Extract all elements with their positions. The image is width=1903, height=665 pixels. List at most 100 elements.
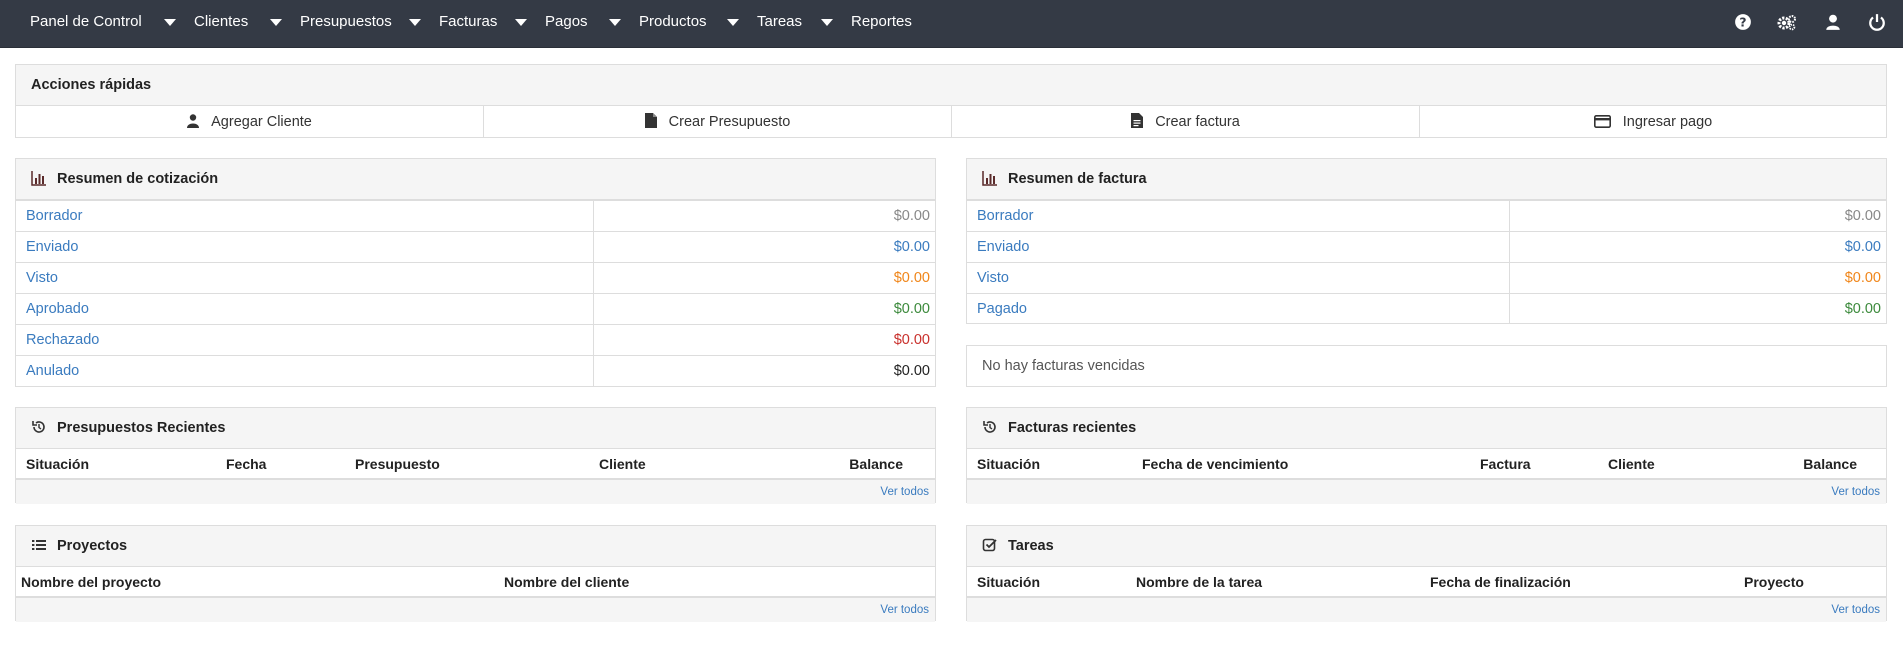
projects-title: Proyectos — [57, 538, 128, 554]
caret-down-icon — [515, 18, 527, 26]
tasks-panel: Tareas Situación Nombre de la tarea Fech… — [966, 525, 1887, 622]
amount-value: $0.00 — [1844, 270, 1881, 286]
quick-actions-panel: Acciones rápidas Agregar Cliente Crear P… — [15, 64, 1887, 138]
create-quote-button[interactable]: Crear Presupuesto — [484, 106, 952, 138]
status-link[interactable]: Aprobado — [26, 294, 89, 324]
col-situacion[interactable]: Situación — [977, 449, 1040, 479]
col-situacion[interactable]: Situación — [977, 567, 1040, 597]
nav-label: Reportes — [851, 13, 912, 30]
nav-productos[interactable]: Productos — [609, 0, 707, 44]
column-divider — [593, 232, 594, 262]
add-client-button[interactable]: Agregar Cliente — [16, 106, 484, 138]
recent-quotes-heading: Presupuestos Recientes — [16, 408, 935, 449]
tasks-title: Tareas — [1008, 538, 1054, 554]
nav-tareas[interactable]: Tareas — [727, 0, 802, 44]
column-divider — [593, 294, 594, 324]
see-all-link[interactable]: Ver todos — [880, 604, 929, 616]
status-link[interactable]: Pagado — [977, 294, 1027, 324]
history-icon — [32, 421, 45, 433]
status-link[interactable]: Rechazado — [26, 325, 99, 355]
recent-quotes-title: Presupuestos Recientes — [57, 420, 226, 436]
status-link[interactable]: Enviado — [26, 232, 78, 262]
summary-row: Enviado $0.00 — [16, 231, 935, 262]
summary-row: Rechazado $0.00 — [16, 324, 935, 355]
col-project-name[interactable]: Nombre del proyecto — [21, 567, 161, 597]
caret-down-icon — [727, 18, 739, 26]
quick-actions-row: Agregar Cliente Crear Presupuesto Crear … — [16, 106, 1886, 138]
col-fecha-vencimiento[interactable]: Fecha de vencimiento — [1142, 449, 1288, 479]
file-text-icon — [1131, 113, 1144, 128]
summary-row: Anulado $0.00 — [16, 355, 935, 386]
col-finish-date[interactable]: Fecha de finalización — [1430, 567, 1571, 597]
projects-footer: Ver todos — [16, 598, 935, 622]
col-project[interactable]: Proyecto — [1744, 567, 1804, 597]
nav-clientes[interactable]: Clientes — [164, 0, 248, 44]
file-icon — [644, 113, 657, 128]
status-link[interactable]: Anulado — [26, 356, 79, 386]
col-task-name[interactable]: Nombre de la tarea — [1136, 567, 1262, 597]
top-navbar: Panel de Control Clientes Presupuestos F… — [0, 0, 1903, 48]
recent-invoices-heading: Facturas recientes — [967, 408, 1886, 449]
recent-invoices-footer: Ver todos — [967, 480, 1886, 504]
col-fecha[interactable]: Fecha — [226, 449, 266, 479]
recent-quotes-header-row: Situación Fecha Presupuesto Cliente Bala… — [16, 449, 935, 480]
tasks-header-row: Situación Nombre de la tarea Fecha de fi… — [967, 567, 1886, 598]
nav-label: Pagos — [545, 13, 588, 30]
power-icon[interactable] — [1868, 13, 1886, 31]
see-all-link[interactable]: Ver todos — [880, 486, 929, 498]
col-situacion[interactable]: Situación — [26, 449, 89, 479]
summary-row: Borrador $0.00 — [16, 200, 935, 231]
column-divider — [593, 263, 594, 293]
help-icon[interactable]: ? — [1734, 13, 1752, 31]
nav-facturas[interactable]: Facturas — [409, 0, 497, 44]
nav-pagos[interactable]: Pagos — [515, 0, 588, 44]
create-quote-label: Crear Presupuesto — [668, 114, 791, 130]
col-cliente[interactable]: Cliente — [1608, 449, 1655, 479]
user-icon — [187, 114, 200, 128]
status-link[interactable]: Visto — [26, 263, 58, 293]
invoice-summary-panel: Resumen de factura Borrador $0.00 Enviado $… — [966, 158, 1887, 324]
nav-label: Presupuestos — [300, 13, 392, 30]
amount-value: $0.00 — [1844, 239, 1881, 255]
status-link[interactable]: Borrador — [977, 201, 1033, 231]
col-cliente[interactable]: Cliente — [599, 449, 646, 479]
summary-row: Enviado $0.00 — [967, 231, 1886, 262]
enter-payment-button[interactable]: Ingresar pago — [1420, 106, 1886, 138]
projects-header-row: Nombre del proyecto Nombre del cliente — [16, 567, 935, 598]
status-link[interactable]: Borrador — [26, 201, 82, 231]
col-balance[interactable]: Balance — [1803, 449, 1857, 479]
status-link[interactable]: Enviado — [977, 232, 1029, 262]
amount-value: $0.00 — [893, 270, 930, 286]
nav-label: Productos — [639, 13, 707, 30]
tasks-footer: Ver todos — [967, 598, 1886, 622]
bar-chart-icon — [31, 171, 46, 186]
nav-label: Facturas — [439, 13, 498, 30]
amount-value: $0.00 — [893, 332, 930, 348]
col-balance[interactable]: Balance — [849, 449, 903, 479]
quote-summary-title: Resumen de cotización — [57, 171, 219, 187]
recent-invoices-panel: Facturas recientes Situación Fecha de ve… — [966, 407, 1887, 504]
see-all-link[interactable]: Ver todos — [1831, 486, 1880, 498]
svg-text:?: ? — [1739, 16, 1746, 30]
amount-value: $0.00 — [893, 301, 930, 317]
recent-invoices-header-row: Situación Fecha de vencimiento Factura C… — [967, 449, 1886, 480]
bar-chart-icon — [982, 171, 997, 186]
nav-dashboard[interactable]: Panel de Control — [30, 0, 142, 44]
col-client-name[interactable]: Nombre del cliente — [504, 567, 629, 597]
settings-icon[interactable] — [1777, 13, 1797, 31]
quick-actions-title: Acciones rápidas — [16, 65, 1886, 106]
user-icon[interactable] — [1824, 13, 1842, 31]
nav-reportes[interactable]: Reportes — [821, 0, 912, 44]
recent-invoices-title: Facturas recientes — [1008, 420, 1137, 436]
column-divider — [1509, 263, 1510, 293]
summary-row: Pagado $0.00 — [967, 293, 1886, 324]
see-all-link[interactable]: Ver todos — [1831, 604, 1880, 616]
status-link[interactable]: Visto — [977, 263, 1009, 293]
nav-label: Clientes — [194, 13, 249, 30]
check-square-icon — [982, 538, 997, 552]
create-invoice-button[interactable]: Crear factura — [952, 106, 1420, 138]
column-divider — [1509, 232, 1510, 262]
col-presupuesto[interactable]: Presupuesto — [355, 449, 440, 479]
nav-presupuestos[interactable]: Presupuestos — [270, 0, 392, 44]
col-factura[interactable]: Factura — [1480, 449, 1531, 479]
